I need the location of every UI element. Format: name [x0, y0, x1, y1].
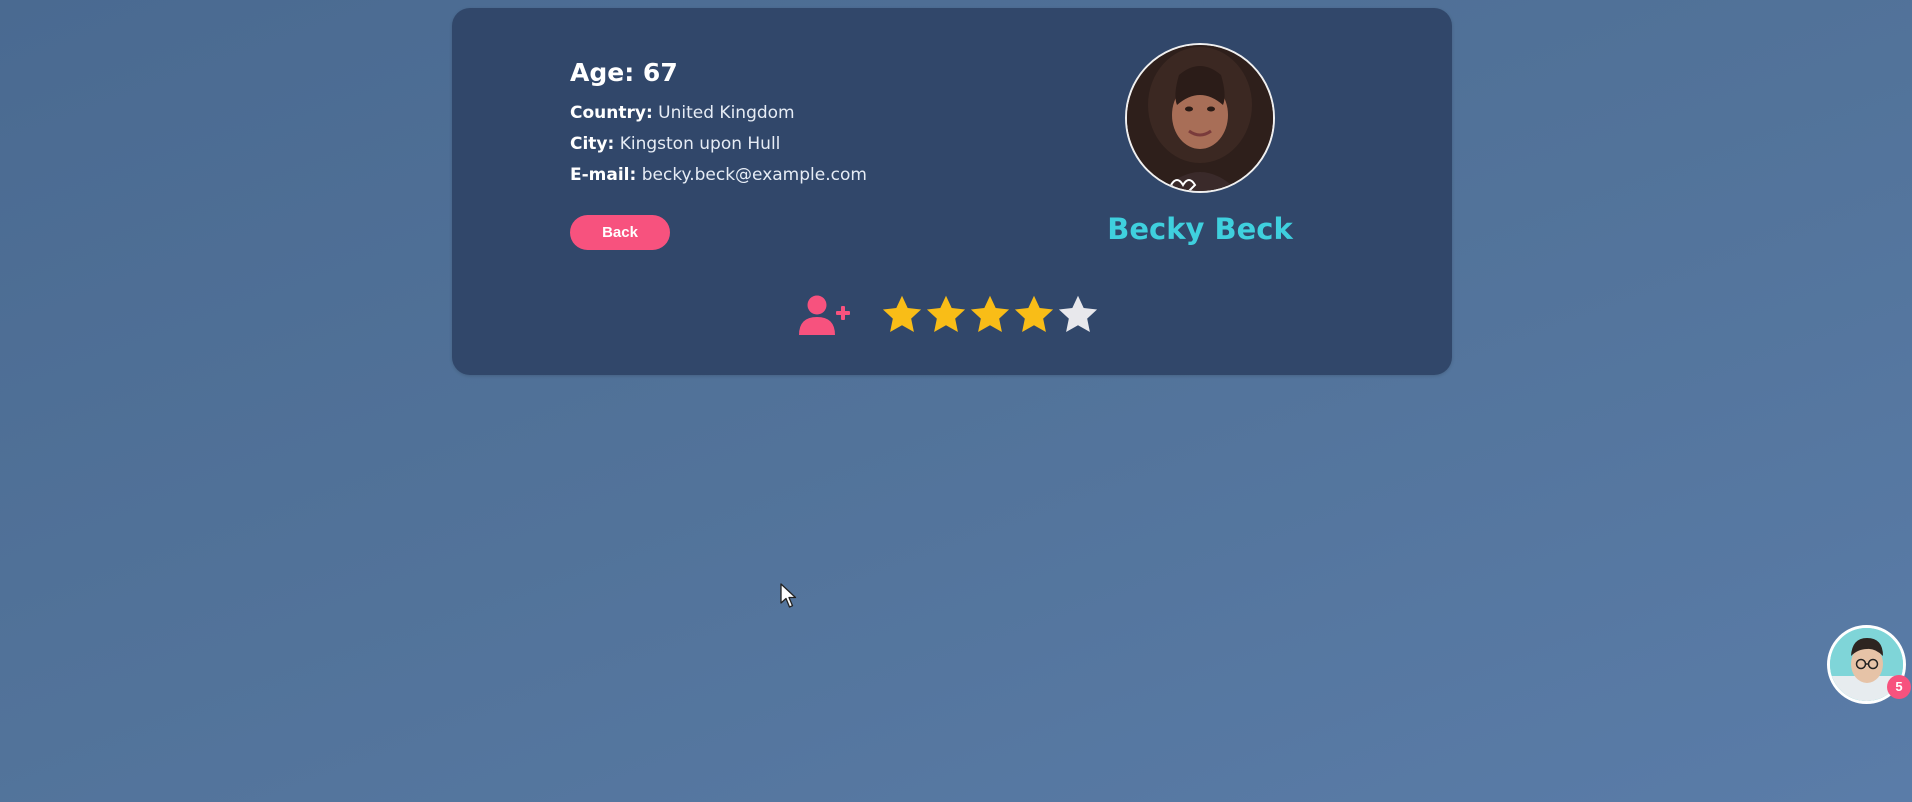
star-rating[interactable] [880, 293, 1100, 337]
star-filled-icon[interactable] [968, 293, 1012, 337]
profile-photo-icon [1127, 45, 1273, 191]
city-label: City: [570, 134, 615, 154]
add-user-icon[interactable] [799, 295, 851, 337]
star-filled-icon[interactable] [1012, 293, 1056, 337]
star-empty-icon[interactable] [1056, 293, 1100, 337]
profile-info: Age: 67 Country: United Kingdom City: Ki… [570, 58, 867, 191]
star-filled-icon[interactable] [880, 293, 924, 337]
chat-avatar-button[interactable]: 5 [1827, 625, 1911, 704]
star-filled-icon[interactable] [924, 293, 968, 337]
age-label: Age: [570, 58, 635, 87]
notification-badge: 5 [1887, 675, 1911, 699]
profile-card: Age: 67 Country: United Kingdom City: Ki… [452, 8, 1452, 375]
back-button[interactable]: Back [570, 215, 670, 250]
age-heading: Age: 67 [570, 58, 867, 88]
city-value: Kingston upon Hull [619, 134, 781, 154]
age-value: 67 [642, 58, 678, 87]
email-label: E-mail: [570, 165, 637, 185]
country-label: Country: [570, 103, 653, 123]
email-row: E-mail: becky.beck@example.com [570, 160, 867, 191]
profile-avatar [1125, 43, 1275, 193]
profile-name: Becky Beck [1107, 212, 1293, 246]
mouse-cursor-icon [780, 583, 797, 608]
country-row: Country: United Kingdom [570, 98, 867, 129]
email-value: becky.beck@example.com [641, 165, 867, 185]
country-value: United Kingdom [658, 103, 795, 123]
city-row: City: Kingston upon Hull [570, 129, 867, 160]
